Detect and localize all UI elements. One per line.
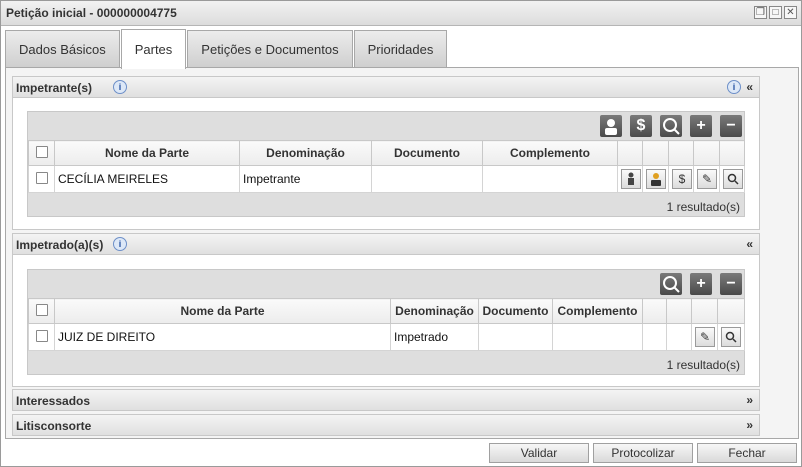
select-all-checkbox[interactable] (35, 145, 48, 158)
section-impetrantes: Impetrante(s) i i « $ + − Nome da Parte … (12, 76, 760, 230)
cell-denominacao: Impetrado (390, 323, 479, 351)
column-header-nome: Nome da Parte (54, 298, 391, 324)
protocolizar-button[interactable]: Protocolizar (593, 443, 693, 463)
section-header-impetrantes[interactable]: Impetrante(s) i i « (13, 77, 759, 98)
tab-bar: Dados Básicos Partes Petições e Document… (5, 29, 448, 69)
window-title: Petição inicial - 000000004775 (6, 6, 177, 20)
person-icon[interactable] (646, 169, 666, 189)
table-header-row: Nome da Parte Denominação Documento Comp… (28, 298, 745, 324)
edit-icon[interactable]: ✎ (695, 327, 715, 347)
column-header-complemento: Complemento (482, 140, 618, 166)
table-header-row: Nome da Parte Denominação Documento Comp… (28, 140, 745, 166)
section-header-litisconsorte[interactable]: Litisconsorte » (13, 415, 759, 436)
grid-impetrantes: $ + − Nome da Parte Denominação Document… (27, 111, 745, 217)
tab-content-partes: Impetrante(s) i i « $ + − Nome da Parte … (5, 67, 799, 439)
person-icon[interactable] (600, 115, 622, 137)
close-icon[interactable]: ✕ (784, 6, 797, 19)
expand-icon[interactable]: » (746, 393, 753, 407)
column-header-documento: Documento (478, 298, 553, 324)
collapse-icon[interactable]: « (746, 237, 753, 251)
tab-prioridades[interactable]: Prioridades (353, 30, 448, 67)
remove-icon[interactable]: − (720, 115, 742, 137)
grid-toolbar: $ + − (28, 112, 744, 140)
tab-partes[interactable]: Partes (120, 29, 187, 69)
row-checkbox[interactable] (35, 171, 48, 184)
table-row[interactable]: CECÍLIA MEIRELES Impetrante $ ✎ (28, 165, 745, 193)
result-count: 1 resultado(s) (666, 200, 740, 214)
cell-nome: CECÍLIA MEIRELES (54, 165, 240, 193)
section-title: Interessados (16, 394, 91, 408)
search-icon[interactable] (721, 327, 741, 347)
section-title: Impetrado(a)(s) (16, 238, 104, 252)
cell-documento (371, 165, 483, 193)
search-person-icon[interactable] (660, 115, 682, 137)
search-icon[interactable] (723, 169, 743, 189)
section-litisconsorte: Litisconsorte » (12, 414, 760, 436)
grid-toolbar: + − (28, 270, 744, 298)
collapse-icon[interactable]: « (746, 80, 753, 94)
cell-denominacao: Impetrante (239, 165, 372, 193)
section-interessados: Interessados » (12, 389, 760, 411)
dollar-icon[interactable]: $ (672, 169, 692, 189)
column-header-nome: Nome da Parte (54, 140, 240, 166)
parties-table: Nome da Parte Denominação Documento Comp… (28, 140, 745, 193)
add-icon[interactable]: + (690, 273, 712, 295)
maximize-icon[interactable]: □ (769, 6, 782, 19)
cell-documento (478, 323, 553, 351)
add-icon[interactable]: + (690, 115, 712, 137)
column-header-denominacao: Denominação (239, 140, 372, 166)
column-header-complemento: Complemento (552, 298, 643, 324)
validar-button[interactable]: Validar (489, 443, 589, 463)
dollar-icon[interactable]: $ (630, 115, 652, 137)
info-icon[interactable]: i (113, 237, 127, 251)
restore-icon[interactable]: ❐ (754, 6, 767, 19)
title-bar: Petição inicial - 000000004775 ❐ □ ✕ (1, 1, 801, 26)
column-header-documento: Documento (371, 140, 483, 166)
fechar-button[interactable]: Fechar (697, 443, 797, 463)
representative-icon[interactable] (621, 169, 641, 189)
select-all-checkbox[interactable] (35, 303, 48, 316)
info-icon[interactable]: i (727, 80, 741, 94)
column-header-denominacao: Denominação (390, 298, 479, 324)
expand-icon[interactable]: » (746, 418, 753, 432)
section-title: Impetrante(s) (16, 81, 93, 95)
row-checkbox[interactable] (35, 329, 48, 342)
cell-complemento (482, 165, 618, 193)
peticao-window: Petição inicial - 000000004775 ❐ □ ✕ Dad… (0, 0, 802, 467)
cell-nome: JUIZ DE DIREITO (54, 323, 391, 351)
window-controls: ❐ □ ✕ (754, 6, 797, 19)
table-row[interactable]: JUIZ DE DIREITO Impetrado ✎ (28, 323, 745, 351)
section-header-impetrados[interactable]: Impetrado(a)(s) i « (13, 234, 759, 255)
tab-dados-basicos[interactable]: Dados Básicos (5, 30, 120, 67)
tab-peticoes-documentos[interactable]: Petições e Documentos (187, 30, 353, 67)
parties-table: Nome da Parte Denominação Documento Comp… (28, 298, 745, 351)
section-header-interessados[interactable]: Interessados » (13, 390, 759, 411)
section-impetrados: Impetrado(a)(s) i « + − Nome da Parte De… (12, 233, 760, 387)
result-count: 1 resultado(s) (666, 358, 740, 372)
remove-icon[interactable]: − (720, 273, 742, 295)
grid-impetrados: + − Nome da Parte Denominação Documento … (27, 269, 745, 375)
edit-icon[interactable]: ✎ (697, 169, 717, 189)
cell-complemento (552, 323, 643, 351)
section-title: Litisconsorte (16, 419, 92, 433)
search-person-icon[interactable] (660, 273, 682, 295)
info-icon[interactable]: i (113, 80, 127, 94)
